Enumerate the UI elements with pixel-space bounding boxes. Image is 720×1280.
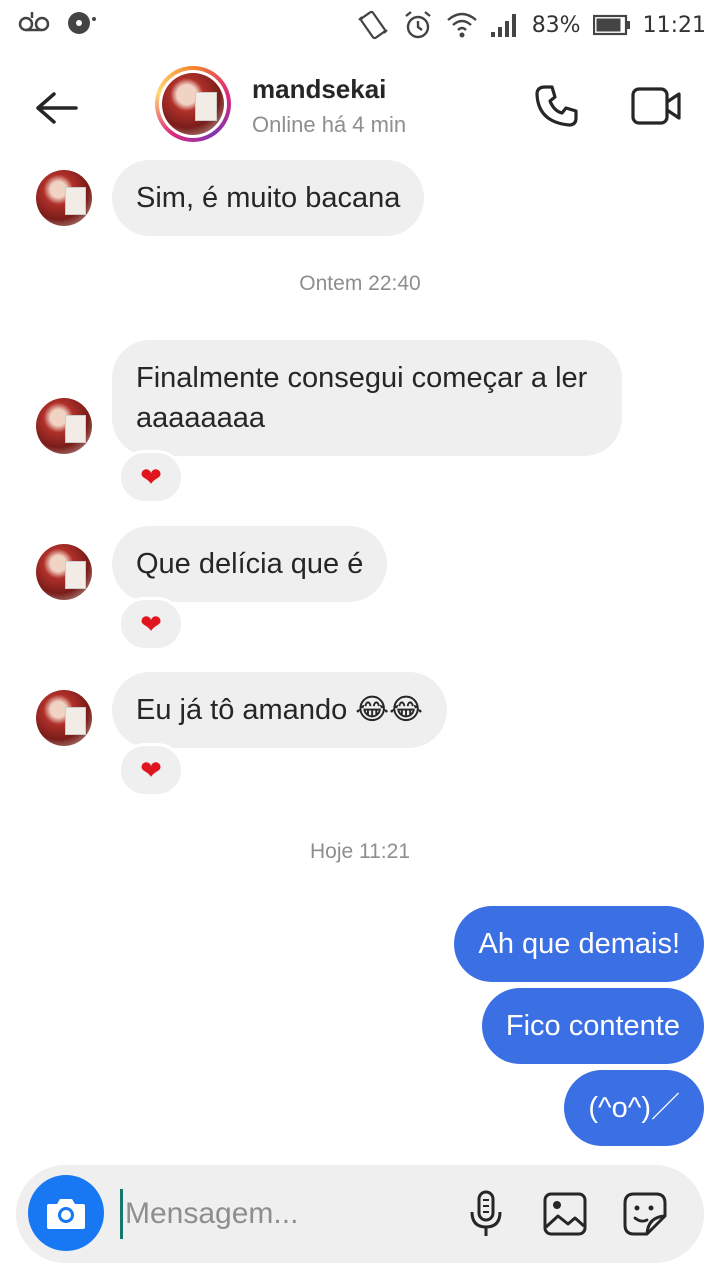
outgoing-message[interactable]: (^o^)／ — [564, 1070, 704, 1146]
status-bar: 83% 11:21 — [0, 0, 720, 50]
vibrate-icon — [356, 8, 390, 42]
voicemail-icon — [18, 10, 50, 34]
timestamp: Ontem 22:40 — [299, 272, 421, 295]
incoming-message[interactable]: Sim, é muito bacana — [112, 160, 425, 236]
message-list[interactable]: Sim, é muito bacana Ontem 22:40 Finalmen… — [0, 160, 720, 1160]
sticker-button[interactable] — [618, 1187, 672, 1241]
avatar-image — [162, 73, 224, 135]
incoming-message[interactable]: Que delícia que é — [112, 526, 388, 602]
outgoing-message[interactable]: Ah que demais! — [454, 906, 704, 982]
battery-icon — [592, 14, 631, 36]
heart-reaction[interactable]: ❤ — [118, 743, 184, 797]
battery-percentage: 83% — [531, 12, 581, 38]
gallery-icon — [543, 1192, 587, 1236]
heart-reaction[interactable]: ❤ — [118, 450, 184, 504]
microphone-icon — [470, 1190, 502, 1236]
sender-avatar[interactable] — [36, 170, 92, 226]
chat-header: mandsekai Online há 4 min — [0, 56, 720, 160]
clock: 11:21 — [642, 12, 706, 38]
voice-message-button[interactable] — [462, 1187, 510, 1241]
back-arrow-icon — [36, 92, 78, 124]
contact-status: Online há 4 min — [252, 112, 407, 137]
gallery-button[interactable] — [538, 1187, 592, 1241]
sender-avatar[interactable] — [36, 544, 92, 600]
sticker-icon — [623, 1192, 667, 1236]
alarm-icon — [402, 9, 434, 41]
voice-call-button[interactable] — [528, 78, 584, 134]
media-icon — [66, 8, 98, 36]
incoming-message[interactable]: Finalmente consegui começar a ler aaaaaa… — [112, 340, 622, 456]
profile-avatar[interactable] — [155, 66, 231, 142]
incoming-message[interactable]: Eu já tô amando 😂😂 — [112, 672, 448, 748]
camera-icon — [47, 1199, 85, 1229]
sender-avatar[interactable] — [36, 690, 92, 746]
video-icon — [631, 87, 681, 125]
signal-icon — [490, 12, 520, 38]
message-composer — [16, 1165, 704, 1263]
contact-username[interactable]: mandsekai — [252, 74, 386, 105]
phone-icon — [535, 85, 578, 127]
sender-avatar[interactable] — [36, 398, 92, 454]
outgoing-message[interactable]: Fico contente — [481, 988, 704, 1064]
message-input[interactable] — [120, 1189, 440, 1239]
wifi-icon — [446, 10, 478, 40]
video-call-button[interactable] — [626, 78, 686, 134]
timestamp: Hoje 11:21 — [309, 840, 411, 863]
heart-reaction[interactable]: ❤ — [118, 597, 184, 651]
back-button[interactable] — [26, 78, 86, 138]
camera-button[interactable] — [28, 1175, 104, 1251]
